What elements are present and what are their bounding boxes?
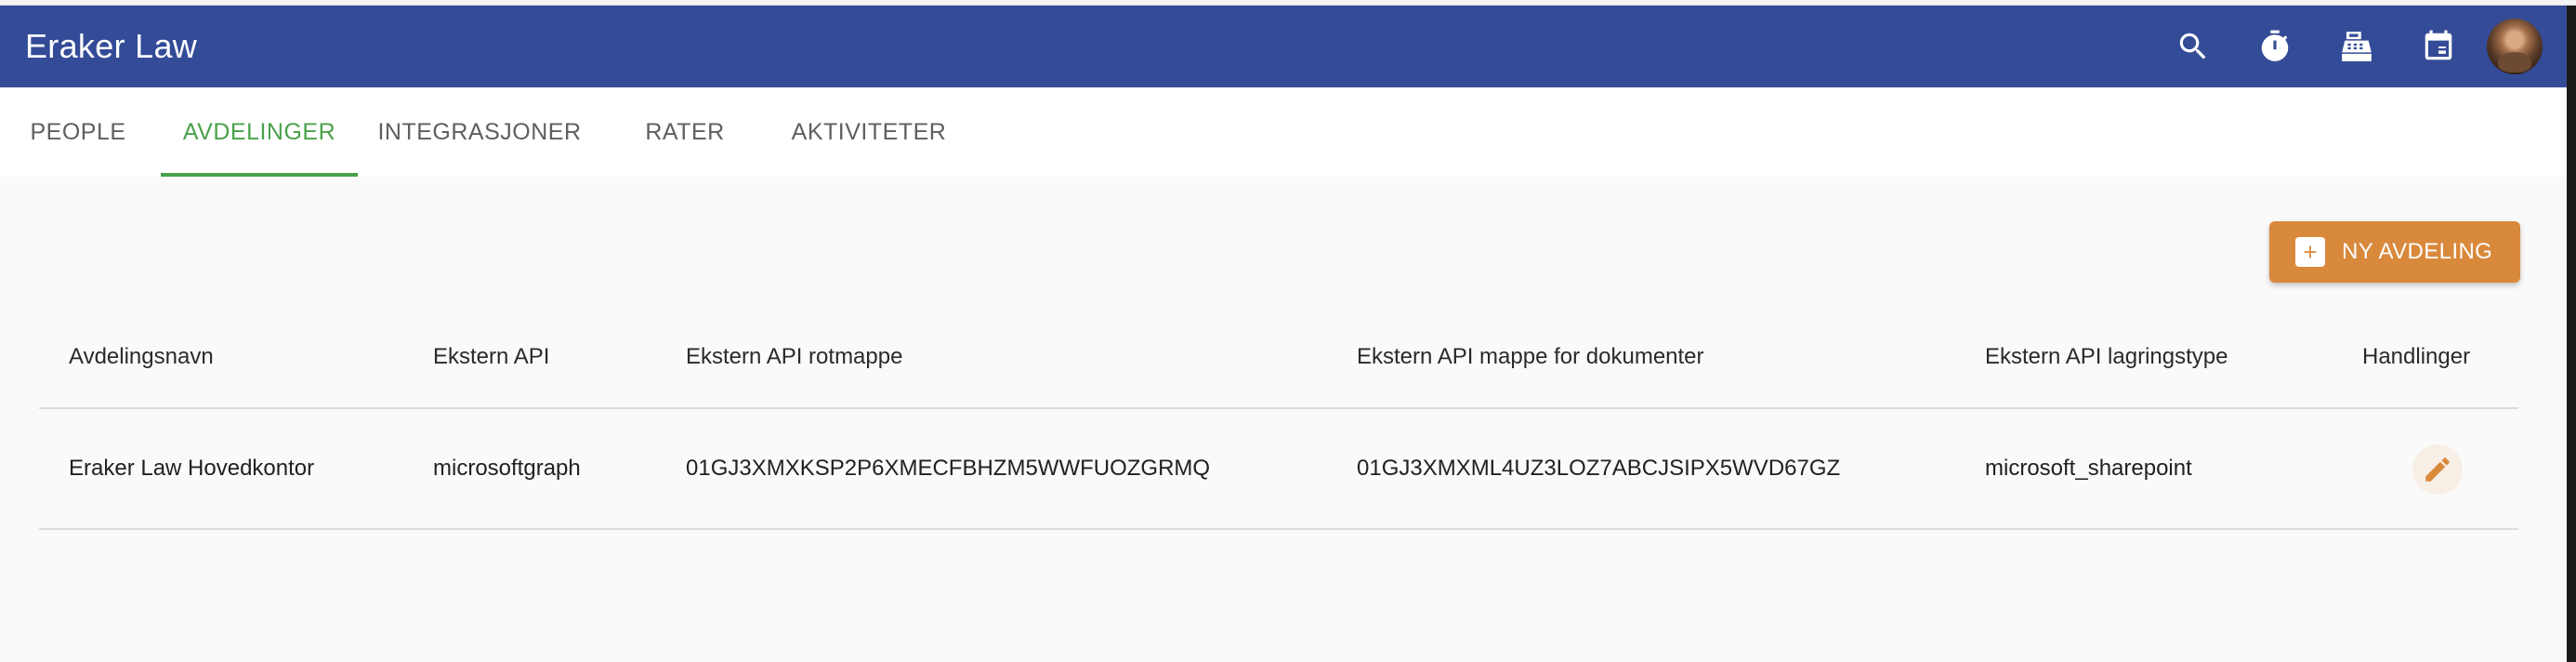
timer-icon — [2261, 30, 2289, 61]
column-header[interactable]: Ekstern API mappe for dokumenter — [1357, 307, 1704, 407]
search-icon — [2179, 33, 2206, 60]
table-row[interactable]: Eraker Law Hovedkontor microsoftgraph 01… — [39, 409, 2518, 530]
tab-integrasjoner[interactable]: INTEGRASJONER — [375, 87, 584, 177]
external-api-storage-type-cell: microsoft_sharepoint — [1985, 456, 2192, 481]
pencil-icon — [2425, 457, 2450, 482]
app-bar: Eraker Law — [0, 6, 2567, 87]
new-department-button[interactable]: NY AVDELING — [2269, 221, 2520, 283]
cash-register-icon — [2342, 32, 2372, 61]
tab-rater[interactable]: RATER — [632, 87, 738, 177]
table-header-row: Avdelingsnavn Ekstern API Ekstern API ro… — [39, 307, 2518, 409]
calendar-icon — [2425, 30, 2452, 60]
appbar-actions — [2152, 6, 2543, 87]
calendar-button[interactable] — [2398, 6, 2479, 87]
column-header: Handlinger — [2362, 344, 2471, 369]
active-tab-indicator — [161, 173, 358, 177]
tab-aktiviteter[interactable]: AKTIVITETER — [786, 87, 952, 177]
tab-bar: PEOPLE AVDELINGER INTEGRASJONER RATER AK… — [0, 87, 2567, 177]
external-api-cell: microsoftgraph — [433, 456, 581, 481]
add-box-icon — [2295, 237, 2325, 267]
departments-table: Avdelingsnavn Ekstern API Ekstern API ro… — [39, 307, 2518, 530]
column-header[interactable]: Avdelingsnavn — [69, 307, 214, 407]
tab-people[interactable]: PEOPLE — [17, 87, 139, 177]
column-header[interactable]: Ekstern API lagringstype — [1985, 307, 2228, 407]
search-button[interactable] — [2152, 6, 2234, 87]
edit-button[interactable] — [2412, 444, 2463, 495]
external-api-root-folder-cell: 01GJ3XMXKSP2P6XMECFBHZM5WWFUOZGRMQ — [686, 456, 1211, 481]
cash-register-button[interactable] — [2316, 6, 2398, 87]
timer-button[interactable] — [2234, 6, 2316, 87]
new-department-label: NY AVDELING — [2342, 239, 2493, 264]
external-api-documents-folder-cell: 01GJ3XMXML4UZ3LOZ7ABCJSIPX5WVD67GZ — [1357, 456, 1841, 481]
department-name-cell: Eraker Law Hovedkontor — [69, 456, 315, 481]
window-edge — [2567, 6, 2576, 662]
app-title: Eraker Law — [25, 27, 198, 65]
avatar[interactable] — [2487, 19, 2543, 74]
column-header[interactable]: Ekstern API — [433, 307, 549, 407]
column-header[interactable]: Ekstern API rotmappe — [686, 307, 902, 407]
tab-avdelinger[interactable]: AVDELINGER — [161, 87, 358, 177]
